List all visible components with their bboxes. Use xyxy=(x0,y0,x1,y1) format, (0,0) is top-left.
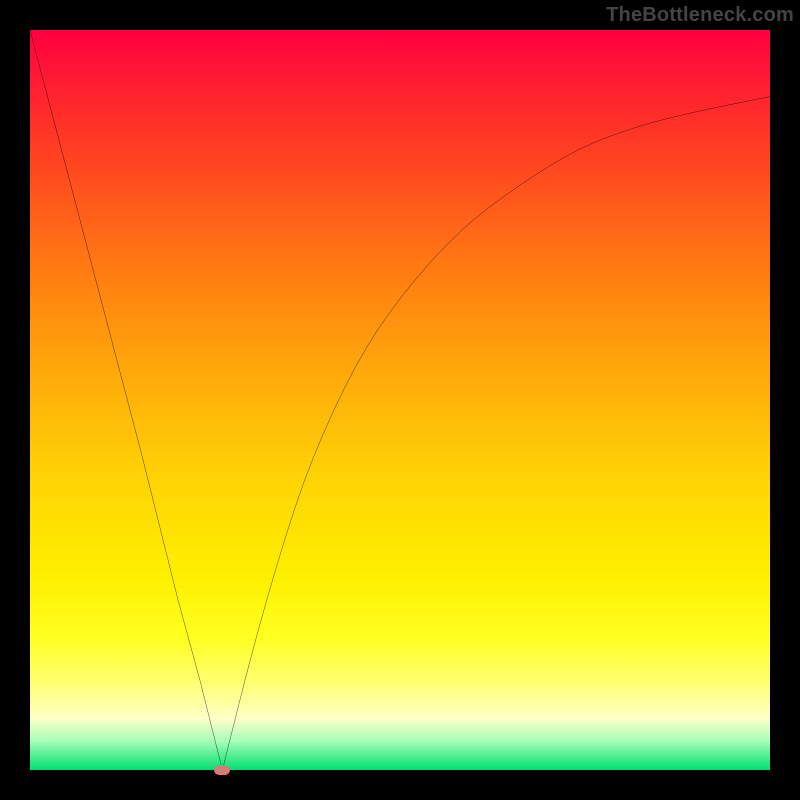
bottleneck-curve xyxy=(30,30,770,770)
curve-path xyxy=(30,30,770,770)
optimum-marker xyxy=(214,765,230,775)
chart-frame: TheBottleneck.com xyxy=(0,0,800,800)
attribution-label: TheBottleneck.com xyxy=(606,4,794,27)
plot-area xyxy=(30,30,770,770)
